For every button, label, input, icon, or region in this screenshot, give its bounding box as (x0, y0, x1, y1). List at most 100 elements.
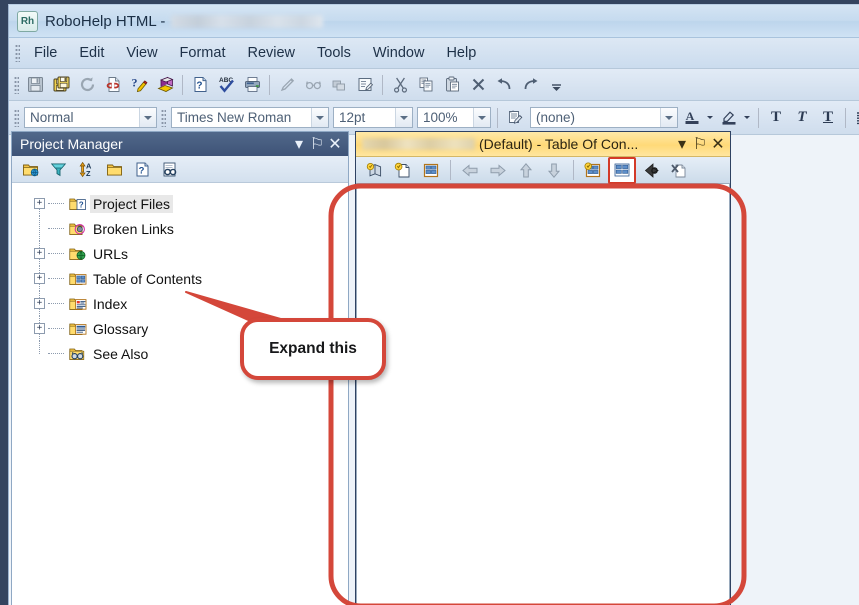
copy-icon[interactable] (413, 72, 439, 97)
paste-icon[interactable] (439, 72, 465, 97)
book-icon[interactable] (152, 72, 178, 97)
refresh-icon[interactable] (74, 72, 100, 97)
delete-icon[interactable] (465, 72, 491, 97)
undo-icon[interactable] (491, 72, 517, 97)
font-family-value: Times New Roman (177, 110, 292, 125)
font-size-select[interactable]: 12pt (333, 107, 413, 128)
cut-icon[interactable] (387, 72, 413, 97)
doc-close-button[interactable]: ✕ (709, 135, 727, 153)
stylesheet-select[interactable]: (none) (530, 107, 678, 128)
bold-button[interactable]: T (763, 105, 789, 130)
new-book-icon[interactable] (362, 158, 388, 183)
remove-icon[interactable] (666, 158, 692, 183)
spellcheck-icon[interactable]: ABC (213, 72, 239, 97)
tree-item-broken-links[interactable]: Broken Links (12, 216, 348, 241)
font-color-dropdown-icon[interactable] (703, 105, 717, 130)
properties-icon[interactable] (418, 158, 444, 183)
menu-item-tools[interactable]: Tools (306, 42, 362, 64)
panel-menu-button[interactable]: ▾ (290, 135, 308, 153)
move-up-icon[interactable] (513, 158, 539, 183)
tree-item-label: URLs (93, 245, 129, 262)
move-left-icon[interactable] (457, 158, 483, 183)
auto-create-toc-icon[interactable] (580, 158, 606, 183)
annotation-callout: Expand this (240, 318, 386, 380)
move-right-icon[interactable] (485, 158, 511, 183)
folder-glossary-icon (68, 321, 88, 337)
save-all-icon[interactable] (48, 72, 74, 97)
menu-item-view[interactable]: View (115, 42, 168, 64)
panel-pin-button[interactable]: ⚐ (308, 135, 326, 153)
menu-item-help[interactable]: Help (435, 42, 487, 64)
expand-toggle-icon[interactable]: + (34, 248, 45, 259)
toc-window-caption: (Default) - Table Of Con... ▾ ⚐ ✕ (356, 132, 730, 157)
underline-button[interactable]: T (815, 105, 841, 130)
link-topic-icon[interactable] (638, 158, 664, 183)
toc-toolbar (356, 156, 730, 184)
chevron-down-icon[interactable] (660, 108, 677, 127)
redo-icon[interactable] (517, 72, 543, 97)
new-page-icon[interactable] (390, 158, 416, 183)
doc-pin-button[interactable]: ⚐ (691, 135, 709, 153)
panel-close-button[interactable]: ✕ (326, 135, 344, 153)
font-group-drag-handle[interactable] (161, 108, 166, 127)
tree-item-index[interactable]: + Index (12, 291, 348, 316)
annotation-callout-text: Expand this (269, 340, 357, 357)
robohelp-application-window: Rh RoboHelp HTML - File Edit View Format… (8, 4, 859, 605)
new-folder-web-icon[interactable] (17, 157, 43, 182)
sort-az-icon[interactable]: A Z (73, 157, 99, 182)
tree-item-label: Broken Links (93, 220, 174, 237)
font-family-select[interactable]: Times New Roman (171, 107, 329, 128)
font-color-icon[interactable]: A (680, 105, 703, 130)
pencil-icon[interactable] (274, 72, 300, 97)
find-icon[interactable] (157, 157, 183, 182)
overflow-icon[interactable] (543, 72, 569, 97)
italic-button[interactable]: T (789, 105, 815, 130)
project-tree: + ? Project Files Broken Links + URLs + … (12, 183, 348, 605)
menu-item-format[interactable]: Format (169, 42, 237, 64)
svg-text:?: ? (131, 76, 137, 90)
toc-view-icon[interactable] (608, 156, 636, 184)
filter-icon[interactable] (45, 157, 71, 182)
doc-menu-button[interactable]: ▾ (673, 135, 691, 153)
tree-item-table-of-contents[interactable]: + Table of Contents (12, 266, 348, 291)
tree-item-project-files[interactable]: + ? Project Files (12, 191, 348, 216)
expand-toggle-icon[interactable]: + (34, 198, 45, 209)
properties-icon[interactable] (352, 72, 378, 97)
toc-content-area[interactable] (356, 184, 730, 605)
menu-item-window[interactable]: Window (362, 42, 436, 64)
standard-toolbar-drag-handle[interactable] (14, 75, 19, 94)
formatting-toolbar-drag-handle[interactable] (14, 108, 19, 127)
toolbar-separator (182, 74, 183, 95)
copy-topic-icon[interactable] (326, 72, 352, 97)
align-icon[interactable] (850, 105, 859, 130)
move-down-icon[interactable] (541, 158, 567, 183)
chevron-down-icon[interactable] (395, 108, 412, 127)
chevron-down-icon[interactable] (139, 108, 156, 127)
tree-item-urls[interactable]: + URLs (12, 241, 348, 266)
expand-toggle-icon[interactable]: + (34, 298, 45, 309)
toolbar-separator (497, 107, 498, 128)
menu-item-file[interactable]: File (23, 42, 68, 64)
stylesheet-icon[interactable] (502, 105, 528, 130)
expand-toggle-icon[interactable]: + (34, 273, 45, 284)
marker-icon[interactable]: ? (126, 72, 152, 97)
folder-icon[interactable] (101, 157, 127, 182)
zoom-select[interactable]: 100% (417, 107, 491, 128)
menu-item-review[interactable]: Review (236, 42, 306, 64)
print-icon[interactable] (239, 72, 265, 97)
title-bar: Rh RoboHelp HTML - (9, 5, 859, 38)
expand-toggle-icon[interactable]: + (34, 323, 45, 334)
glasses-icon[interactable] (300, 72, 326, 97)
standard-toolbar: ? ? ABC (9, 69, 859, 101)
menu-item-edit[interactable]: Edit (68, 42, 115, 64)
menu-drag-handle[interactable] (15, 44, 20, 62)
save-icon[interactable] (22, 72, 48, 97)
highlight-dropdown-icon[interactable] (740, 105, 754, 130)
chevron-down-icon[interactable] (311, 108, 328, 127)
help-topic-icon[interactable]: ? (187, 72, 213, 97)
highlight-icon[interactable] (717, 105, 740, 130)
topic-properties-icon[interactable]: ? (129, 157, 155, 182)
broken-link-icon[interactable] (100, 72, 126, 97)
paragraph-style-select[interactable]: Normal (24, 107, 157, 128)
chevron-down-icon[interactable] (473, 108, 490, 127)
